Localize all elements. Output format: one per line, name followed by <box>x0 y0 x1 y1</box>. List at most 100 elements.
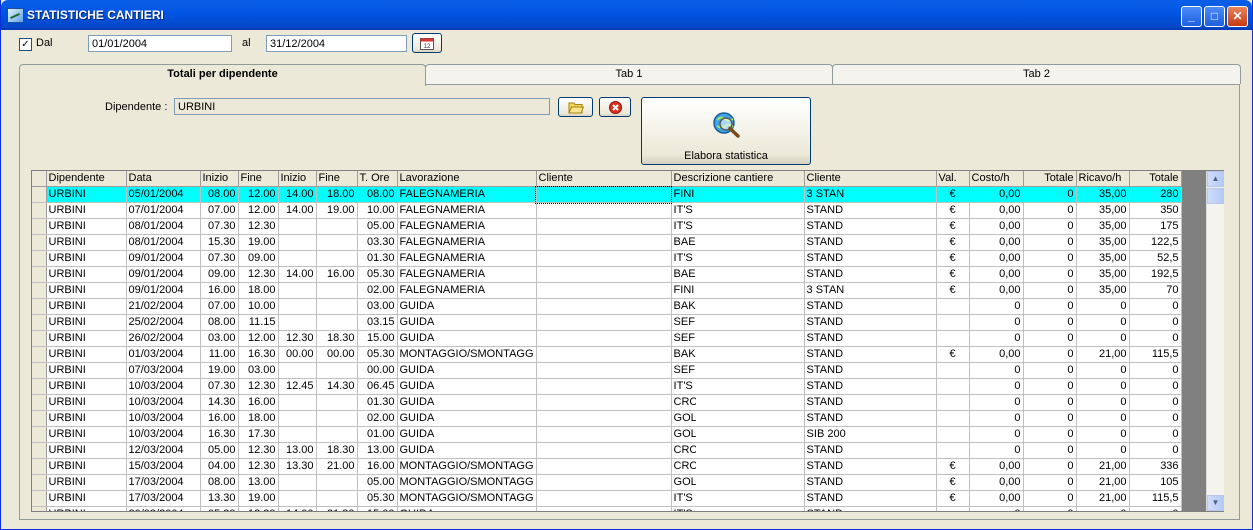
dal-checkbox[interactable]: ✓ <box>19 38 32 51</box>
tab-2[interactable]: Tab 2 <box>832 64 1241 84</box>
table-cell: IT'S <box>671 218 805 235</box>
column-header[interactable]: T. Ore <box>357 171 398 187</box>
table-cell-text: FINI <box>673 284 695 296</box>
table-cell: IT'S <box>671 202 805 219</box>
table-cell <box>278 250 317 267</box>
table-row[interactable]: URBINI 10/03/2004 16.00 18.00 02.00 GUIDA GOL S… <box>32 410 1182 427</box>
row-indicator[interactable] <box>32 330 47 347</box>
minimize-button[interactable]: _ <box>1181 6 1202 27</box>
table-cell: 08.00 <box>200 474 239 491</box>
table-cell: URBINI <box>46 378 127 395</box>
row-indicator[interactable] <box>32 426 47 443</box>
column-header[interactable]: Inizio <box>200 171 239 187</box>
column-header[interactable]: Inizio <box>278 171 317 187</box>
row-indicator[interactable] <box>32 394 47 411</box>
table-cell: 11.00 <box>200 346 239 363</box>
table-cell <box>316 426 358 443</box>
table-cell <box>936 394 970 411</box>
table-cell: 0 <box>1129 506 1182 511</box>
column-header[interactable]: Cliente <box>804 171 937 187</box>
table-row[interactable]: URBINI 09/01/2004 09.00 12.30 14.00 16.00 05.3… <box>32 266 1182 283</box>
table-row[interactable]: URBINI 01/03/2004 11.00 16.30 00.00 00.00 05.3… <box>32 346 1182 363</box>
table-row[interactable]: URBINI 08/01/2004 07.30 12.30 05.00 FALEGNAME… <box>32 218 1182 235</box>
elabora-statistica-button[interactable]: Elabora statistica <box>641 97 811 165</box>
column-header[interactable]: Descrizione cantiere <box>671 171 805 187</box>
row-indicator[interactable] <box>32 362 47 379</box>
tab-totali-per-dipendente[interactable]: Totali per dipendente <box>19 64 426 86</box>
tab-1[interactable]: Tab 1 <box>425 64 833 84</box>
table-row[interactable]: URBINI20/03/200405.3012.3014.0021.3015.0… <box>32 506 1182 511</box>
browse-dipendente-button[interactable] <box>558 97 593 117</box>
table-row[interactable]: URBINI 07/01/2004 07.00 12.00 14.00 19.00 10.0… <box>32 202 1182 219</box>
column-header[interactable]: Costo/h <box>969 171 1024 187</box>
row-indicator[interactable] <box>32 282 47 299</box>
table-row[interactable]: URBINI 05/01/2004 08.00 12.00 14.00 18.00 08.0… <box>32 185 1182 204</box>
row-indicator[interactable] <box>32 506 47 511</box>
column-header[interactable]: Totale <box>1129 171 1182 187</box>
table-row[interactable]: URBINI 09/01/2004 16.00 18.00 02.00 FALEGNAME… <box>32 282 1182 299</box>
close-button[interactable]: ✕ <box>1227 6 1248 27</box>
row-indicator[interactable] <box>32 410 47 427</box>
table-cell: URBINI <box>46 330 127 347</box>
table-cell: 09/01/2004 <box>126 282 201 299</box>
row-indicator[interactable] <box>32 346 47 363</box>
scroll-up-button[interactable]: ▲ <box>1207 171 1224 187</box>
table-row[interactable]: URBINI 10/03/2004 16.30 17.30 01.00 GUIDA GOL S… <box>32 426 1182 443</box>
row-indicator[interactable] <box>32 442 47 459</box>
column-header[interactable]: Fine <box>238 171 279 187</box>
row-indicator[interactable] <box>32 186 47 203</box>
column-header[interactable]: Cliente <box>536 171 672 187</box>
column-header[interactable]: Dipendente <box>46 171 127 187</box>
table-cell: STAND <box>804 202 937 219</box>
table-cell <box>936 362 970 379</box>
dipendente-field[interactable]: URBINI <box>174 98 550 115</box>
table-row[interactable]: URBINI 12/03/2004 05.00 12.30 13.00 18.30 13.0… <box>32 442 1182 459</box>
table-cell: 05.30 <box>357 490 398 507</box>
grid-vertical-scrollbar[interactable]: ▲ ▼ <box>1206 171 1224 511</box>
table-cell <box>536 346 672 363</box>
table-row[interactable]: URBINI 10/03/2004 07.30 12.30 12.45 14.30 06.4… <box>32 378 1182 395</box>
column-header[interactable]: Data <box>126 171 201 187</box>
row-indicator[interactable] <box>32 266 47 283</box>
table-row[interactable]: URBINI 08/01/2004 15.30 19.00 03.30 FALEGNAME… <box>32 234 1182 251</box>
row-indicator[interactable] <box>32 250 47 267</box>
row-indicator[interactable] <box>32 474 47 491</box>
row-indicator[interactable] <box>32 298 47 315</box>
row-indicator[interactable] <box>32 378 47 395</box>
table-row[interactable]: URBINI 26/02/2004 03.00 12.00 12.30 18.30 15.0… <box>32 330 1182 347</box>
table-cell <box>316 298 358 315</box>
al-date-input[interactable]: 31/12/2004 <box>266 35 407 52</box>
column-header[interactable]: Fine <box>316 171 358 187</box>
maximize-button[interactable]: □ <box>1204 6 1225 27</box>
scroll-thumb[interactable] <box>1207 188 1224 204</box>
row-indicator[interactable] <box>32 490 47 507</box>
table-row[interactable]: URBINI 09/01/2004 07.30 09.00 01.30 FALEGNAME… <box>32 250 1182 267</box>
row-indicator[interactable] <box>32 234 47 251</box>
table-cell <box>316 362 358 379</box>
column-header[interactable]: Totale <box>1023 171 1077 187</box>
title-bar: STATISTICHE CANTIERI _ □ ✕ <box>1 0 1252 30</box>
clear-dipendente-button[interactable] <box>599 97 631 117</box>
column-header[interactable]: Ricavo/h <box>1076 171 1130 187</box>
results-grid[interactable]: Dipendente Data Inizio Fine Inizio Fine T. Ore… <box>31 170 1224 512</box>
dal-date-input[interactable]: 01/01/2004 <box>88 35 232 52</box>
calendar-button[interactable]: 12 <box>412 33 442 53</box>
column-header[interactable]: Lavorazione <box>397 171 537 187</box>
table-row[interactable]: URBINI 17/03/2004 08.00 13.00 05.00 MONTAGGIO… <box>32 474 1182 491</box>
table-row[interactable]: URBINI 07/03/2004 19.00 03.00 00.00 GUIDA SEF S… <box>32 362 1182 379</box>
table-cell: STAND <box>804 266 937 283</box>
table-cell: BAE <box>671 266 805 283</box>
row-indicator[interactable] <box>32 202 47 219</box>
table-row[interactable]: URBINI 17/03/2004 13.30 19.00 05.30 MONTAGGIO… <box>32 490 1182 507</box>
results-table: Dipendente Data Inizio Fine Inizio Fine T. Ore… <box>32 171 1182 511</box>
scroll-down-button[interactable]: ▼ <box>1207 495 1224 511</box>
table-row[interactable]: URBINI 21/02/2004 07.00 10.00 03.00 GUIDA BAK S… <box>32 298 1182 315</box>
row-indicator[interactable] <box>32 458 47 475</box>
row-indicator[interactable] <box>32 314 47 331</box>
table-row[interactable]: URBINI 15/03/2004 04.00 12.30 13.30 21.00 16.0… <box>32 458 1182 475</box>
table-cell-text: STAND <box>806 300 844 312</box>
table-row[interactable]: URBINI 25/02/2004 08.00 11.15 03.15 GUIDA SEF S… <box>32 314 1182 331</box>
row-indicator[interactable] <box>32 218 47 235</box>
table-row[interactable]: URBINI 10/03/2004 14.30 16.00 01.30 GUIDA CRC S… <box>32 394 1182 411</box>
column-header[interactable]: Val. <box>936 171 970 187</box>
